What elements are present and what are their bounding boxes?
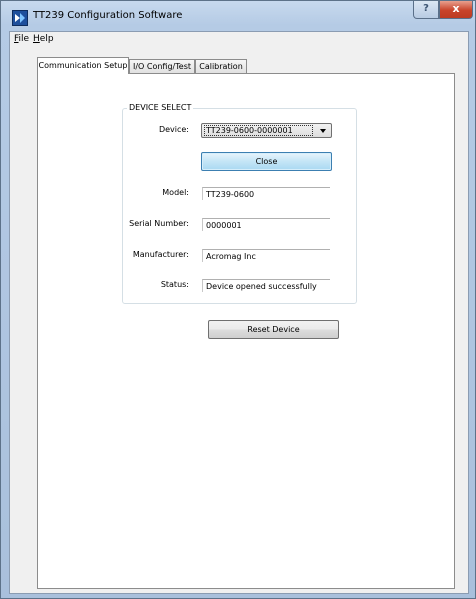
window-title: TT239 Configuration Software: [33, 10, 183, 21]
group-title: DEVICE SELECT: [127, 103, 194, 113]
reset-device-button[interactable]: Reset Device: [208, 320, 339, 339]
status-value: Device opened successfully: [202, 279, 330, 292]
help-button[interactable]: ?: [413, 1, 439, 19]
window-close-button[interactable]: x: [439, 1, 473, 19]
menu-help[interactable]: Help: [33, 34, 54, 44]
serial-number-value: 0000001: [202, 218, 330, 231]
chevron-down-icon[interactable]: [319, 127, 327, 135]
device-select-group: DEVICE SELECT Device: TT239-0600-0000001…: [122, 103, 357, 304]
menu-file[interactable]: File: [14, 34, 29, 44]
app-window: TT239 Configuration Software ? x File He…: [0, 0, 476, 599]
serial-number-label: Serial Number:: [129, 219, 189, 228]
communication-setup-panel: DEVICE SELECT Device: TT239-0600-0000001…: [37, 73, 455, 589]
menu-file-label: ile: [18, 34, 30, 44]
tab-calibration[interactable]: Calibration: [195, 59, 247, 73]
model-value: TT239-0600: [202, 187, 330, 200]
tab-communication-setup[interactable]: Communication Setup: [37, 57, 129, 74]
device-dropdown-value: TT239-0600-0000001: [204, 125, 313, 136]
menu-bar: File Help: [10, 32, 468, 48]
menu-help-mnemonic: H: [33, 34, 40, 44]
close-device-button[interactable]: Close: [201, 152, 332, 171]
status-label: Status:: [160, 280, 189, 289]
model-label: Model:: [162, 188, 189, 197]
client-area: File Help Communication Setup I/O Config…: [9, 31, 469, 594]
manufacturer-label: Manufacturer:: [132, 250, 189, 259]
device-dropdown[interactable]: TT239-0600-0000001: [201, 123, 332, 138]
tab-io-config-test[interactable]: I/O Config/Test: [129, 59, 195, 73]
device-label: Device:: [158, 125, 189, 134]
menu-help-label: elp: [39, 34, 54, 44]
manufacturer-value: Acromag Inc: [202, 249, 330, 262]
title-bar[interactable]: TT239 Configuration Software ? x: [1, 1, 475, 29]
tt239-app-icon[interactable]: [12, 10, 28, 26]
